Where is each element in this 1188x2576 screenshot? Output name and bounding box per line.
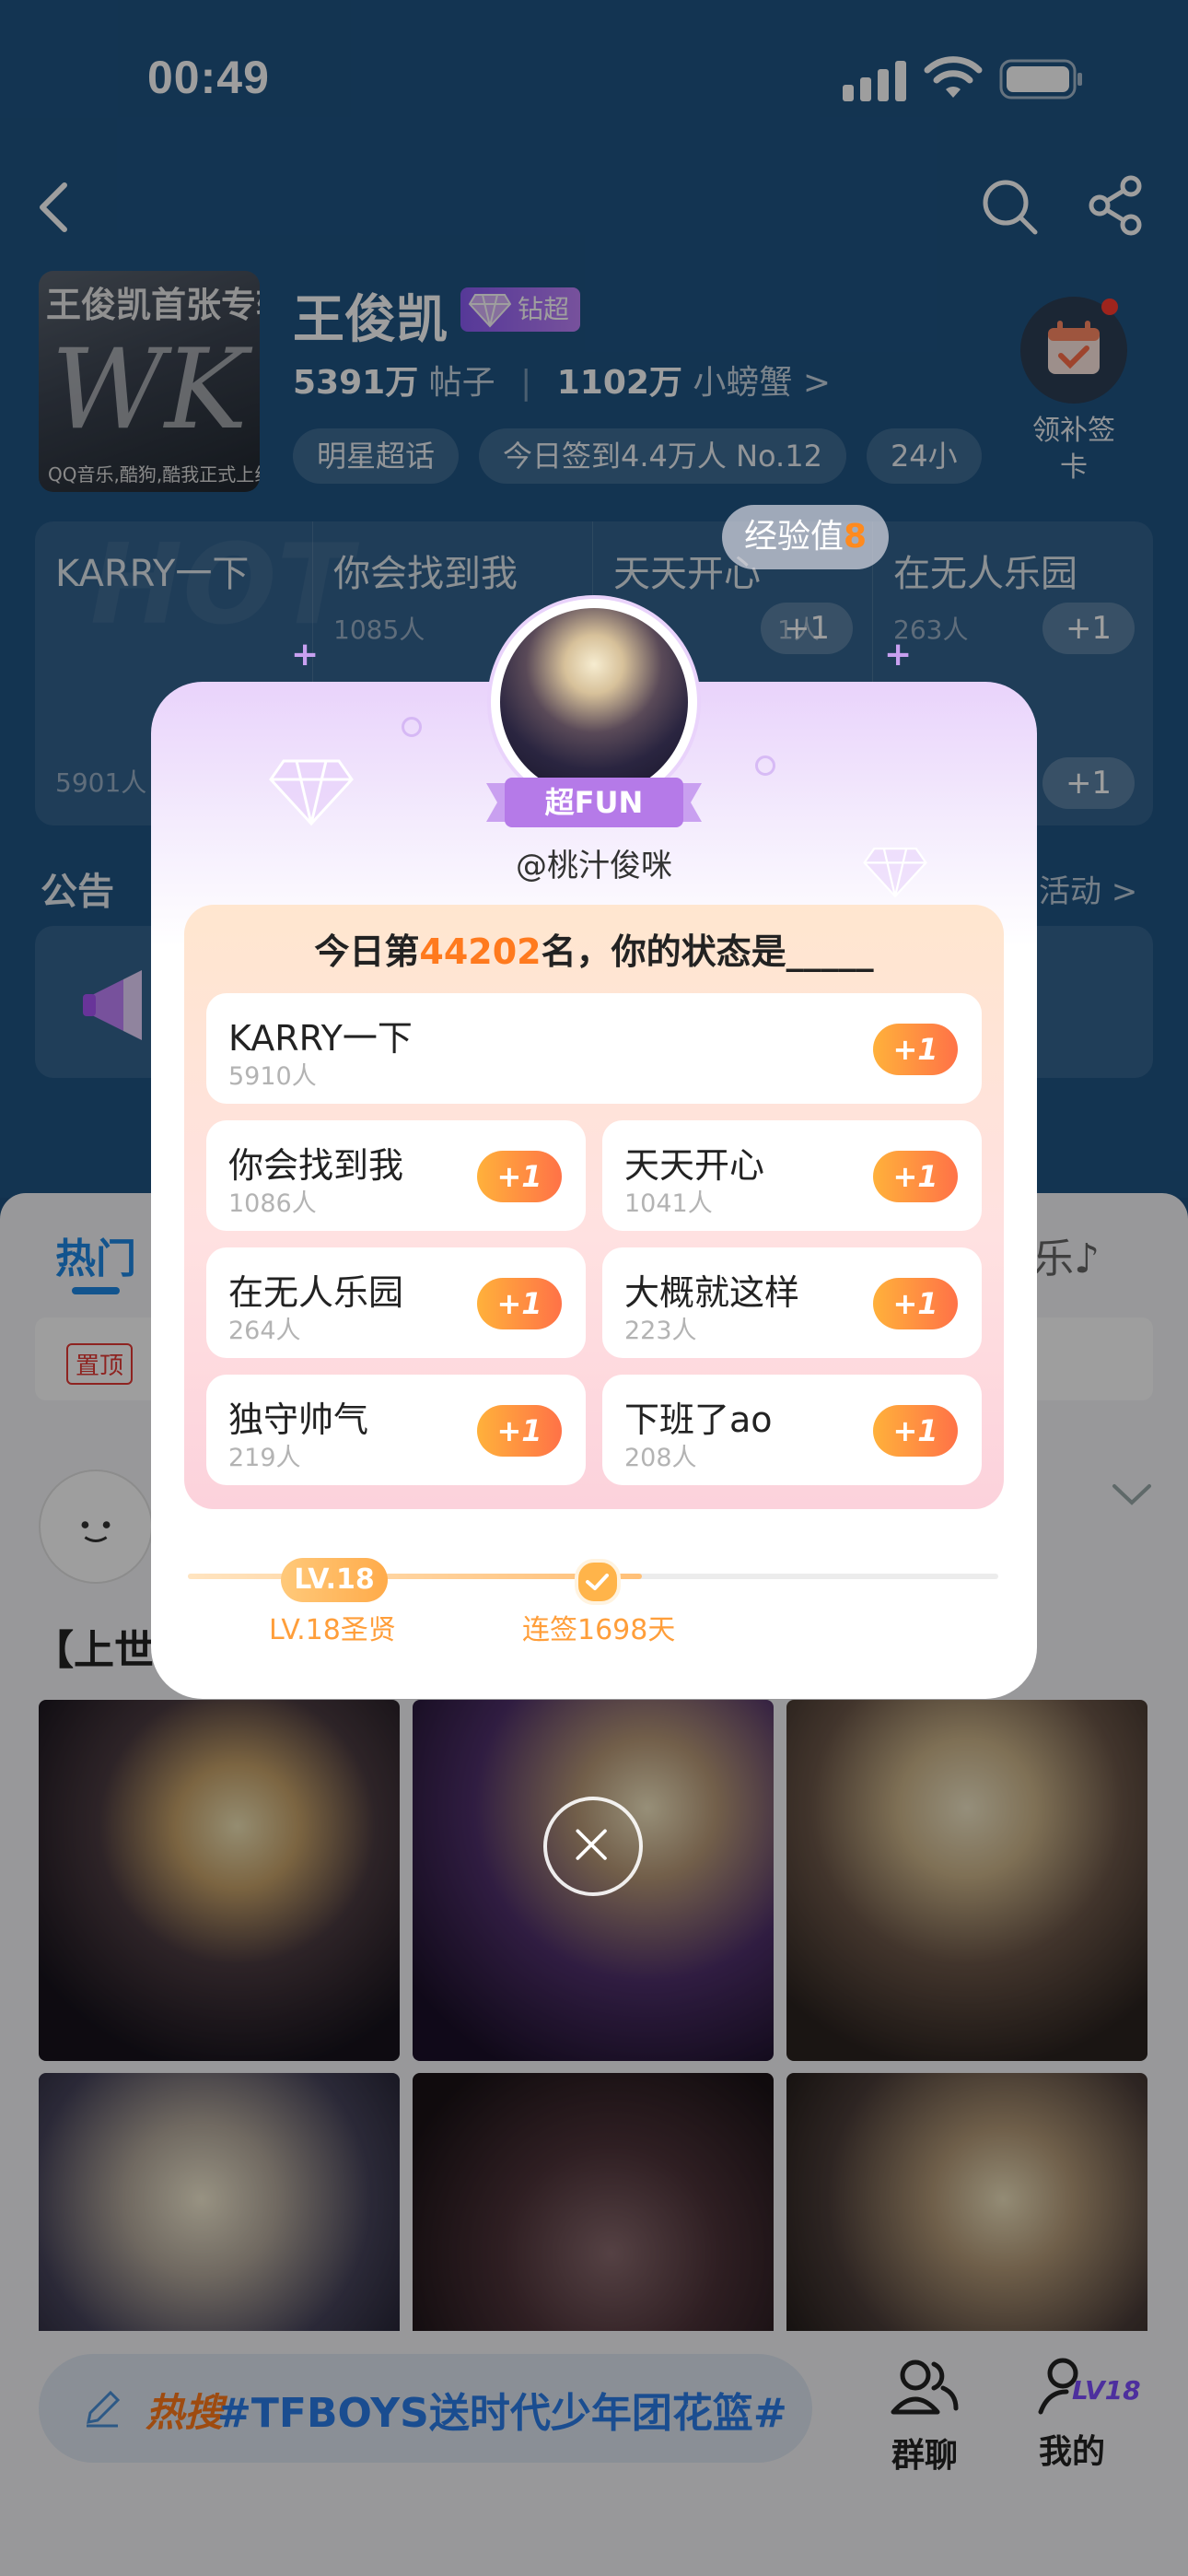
rank-title: 今日第44202名，你的状态是_____: [184, 923, 1004, 974]
plus-one-button[interactable]: +1: [873, 1151, 958, 1202]
close-icon: [576, 1829, 607, 1860]
status-option[interactable]: 在无人乐园 264人 +1: [206, 1247, 586, 1358]
experience-value: 8: [844, 518, 868, 556]
status-option-name: 独守帅气: [228, 1399, 369, 1440]
status-picker: 今日第44202名，你的状态是_____ KARRY一下 5910人 +1 你会…: [184, 905, 1004, 1509]
plus-one-button[interactable]: +1: [873, 1024, 958, 1075]
level-progress-fill: [188, 1574, 642, 1579]
super-fun-label: 超FUN: [544, 785, 644, 820]
close-modal-button[interactable]: [543, 1797, 643, 1896]
user-handle: @桃汁俊咪: [516, 848, 672, 884]
status-option[interactable]: 天天开心 1041人 +1: [602, 1120, 982, 1231]
status-option[interactable]: 下班了ao 208人 +1: [602, 1375, 982, 1485]
plus-one-button[interactable]: +1: [477, 1151, 562, 1202]
status-option-count: 1041人: [624, 1189, 713, 1218]
status-option-count: 264人: [228, 1317, 301, 1345]
status-option-count: 219人: [228, 1444, 301, 1472]
status-option-name: 下班了ao: [624, 1399, 773, 1440]
status-option-name: 大概就这样: [624, 1272, 800, 1313]
status-option-name: 你会找到我: [228, 1145, 404, 1186]
streak-caption: 连签1698天: [522, 1614, 676, 1646]
decoration-dot: [755, 755, 775, 776]
status-option-name: KARRY一下: [228, 1018, 413, 1059]
checkmark-icon: [575, 1559, 621, 1605]
status-option-count: 1086人: [228, 1189, 317, 1218]
status-option[interactable]: 独守帅气 219人 +1: [206, 1375, 586, 1485]
experience-pill: 经验值8: [722, 505, 890, 569]
rank-number: 44202: [419, 931, 542, 972]
status-option-name: 在无人乐园: [228, 1272, 404, 1313]
status-option[interactable]: 你会找到我 1086人 +1: [206, 1120, 586, 1231]
status-option-count: 223人: [624, 1317, 697, 1345]
user-avatar: [491, 599, 697, 805]
experience-label: 经验值: [744, 518, 844, 556]
plus-one-button[interactable]: +1: [477, 1278, 562, 1329]
status-option-count: 5910人: [228, 1062, 317, 1091]
decoration-plus: +: [884, 636, 913, 673]
rank-suffix: 名，你的状态是_____: [541, 931, 874, 972]
status-option-name: 天天开心: [624, 1145, 765, 1186]
plus-one-button[interactable]: +1: [873, 1405, 958, 1457]
level-pill: LV.18: [281, 1558, 388, 1602]
level-caption: LV.18圣贤: [269, 1614, 396, 1646]
user-avatar-image: [500, 608, 688, 796]
plus-one-button[interactable]: +1: [477, 1405, 562, 1457]
decoration-dot: [402, 717, 422, 737]
status-option[interactable]: 大概就这样 223人 +1: [602, 1247, 982, 1358]
plus-one-button[interactable]: +1: [873, 1278, 958, 1329]
rank-prefix: 今日第: [314, 931, 420, 972]
status-option-count: 208人: [624, 1444, 697, 1472]
diamond-decoration-icon: [269, 759, 354, 826]
decoration-plus: +: [291, 636, 320, 673]
status-option-karry[interactable]: KARRY一下 5910人 +1: [206, 993, 982, 1104]
